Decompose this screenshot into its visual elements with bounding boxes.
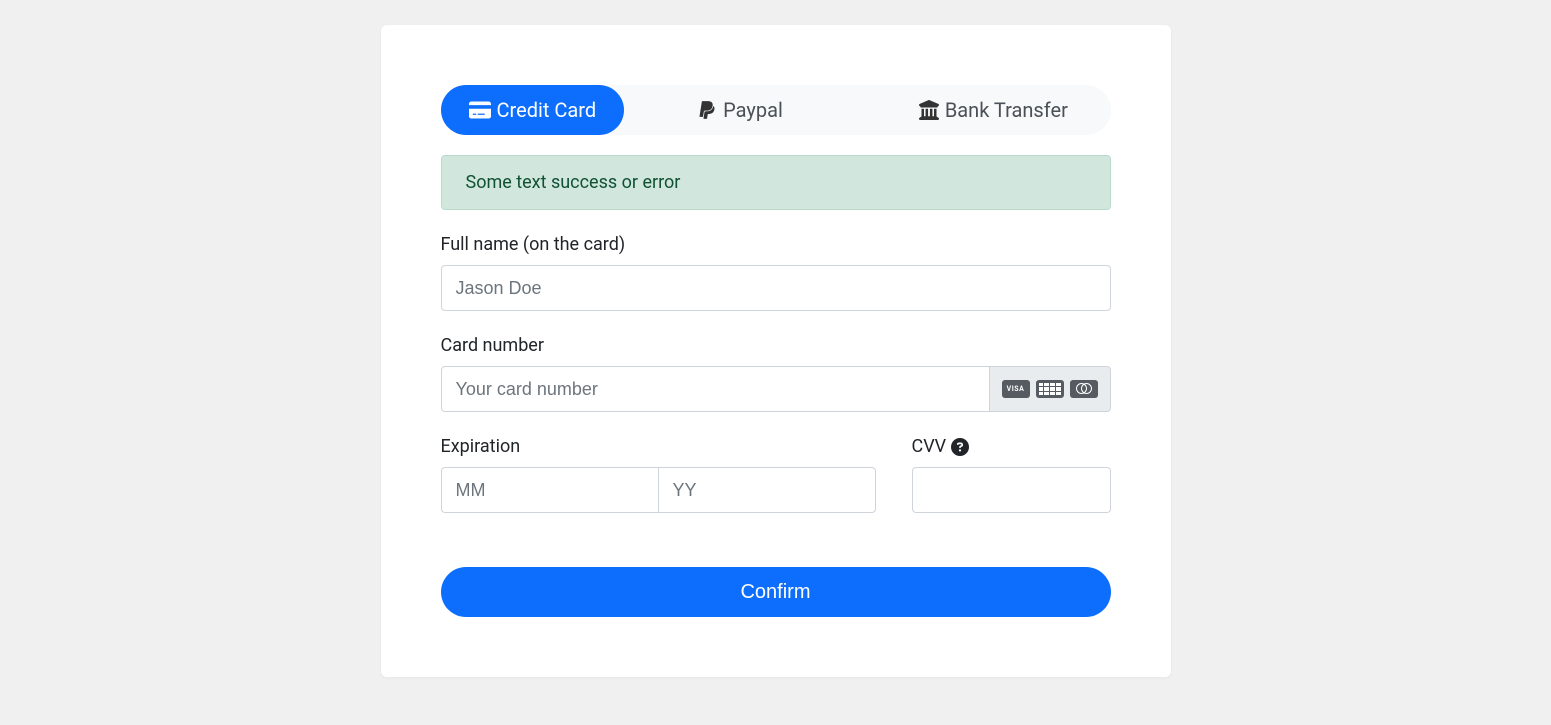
form-group-cvv: CVV (912, 436, 1111, 513)
mastercard-icon (1070, 380, 1098, 398)
cvv-input[interactable] (912, 467, 1111, 513)
form-group-full-name: Full name (on the card) (441, 234, 1111, 311)
payment-method-tabs: Credit Card Paypal Bank Transfer (441, 85, 1111, 135)
tab-paypal[interactable]: Paypal (669, 85, 811, 135)
cvv-label: CVV (912, 436, 1111, 457)
credit-card-icon (469, 99, 491, 121)
form-group-expiration: Expiration (441, 436, 876, 513)
full-name-label: Full name (on the card) (441, 234, 1111, 255)
payment-card: Credit Card Paypal Bank Transfer Some te… (381, 25, 1171, 677)
expiration-label: Expiration (441, 436, 876, 457)
card-number-input[interactable] (441, 366, 990, 412)
expiration-year-input[interactable] (658, 467, 876, 513)
tab-label: Bank Transfer (945, 98, 1068, 122)
tab-label: Paypal (723, 98, 783, 122)
alert-text: Some text success or error (466, 172, 681, 193)
amex-icon (1036, 380, 1064, 398)
tab-credit-card[interactable]: Credit Card (441, 85, 625, 135)
form-group-card-number: Card number VISA (441, 335, 1111, 412)
visa-icon: VISA (1002, 380, 1030, 398)
bank-icon (919, 100, 939, 120)
tab-bank-transfer[interactable]: Bank Transfer (891, 85, 1096, 135)
status-alert: Some text success or error (441, 155, 1111, 210)
expiration-month-input[interactable] (441, 467, 659, 513)
card-number-label: Card number (441, 335, 1111, 356)
tab-label: Credit Card (497, 98, 597, 122)
question-circle-icon[interactable] (951, 438, 969, 456)
card-brand-addon: VISA (990, 366, 1111, 412)
paypal-icon (697, 100, 717, 120)
confirm-button[interactable]: Confirm (441, 567, 1111, 617)
full-name-input[interactable] (441, 265, 1111, 311)
